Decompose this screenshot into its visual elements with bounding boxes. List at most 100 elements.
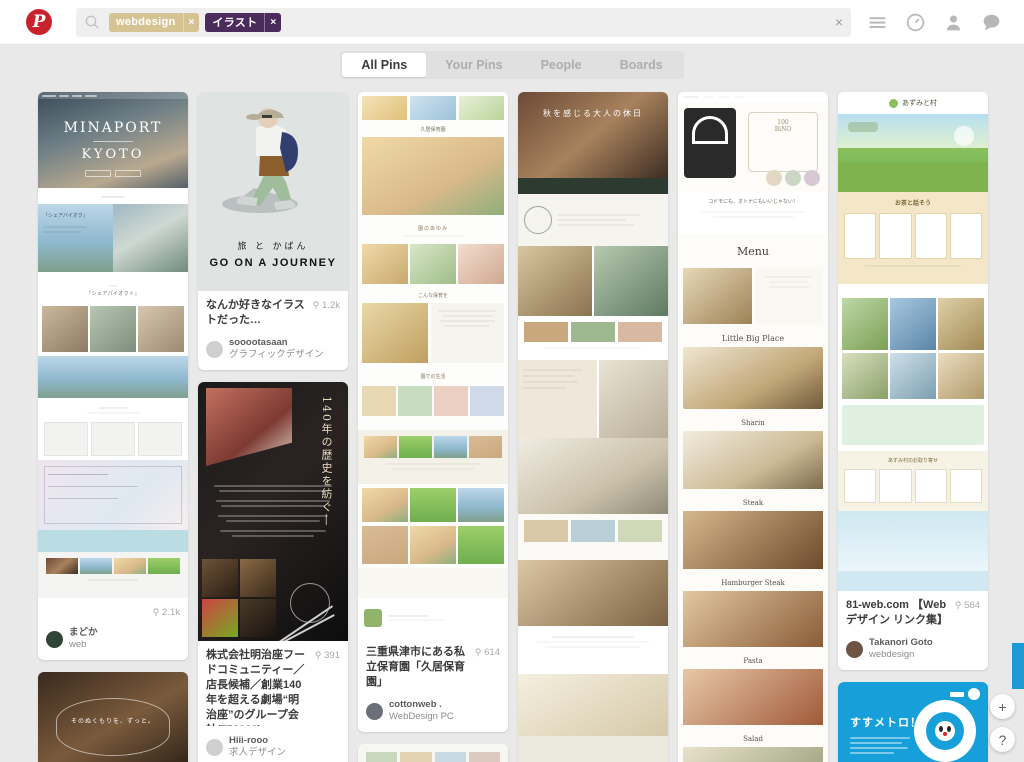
pin-card[interactable]: そのぬくもりを、ずっと。 Convenience Bar xyxy=(38,672,188,762)
pin-username: Hiii-rooo xyxy=(229,735,269,746)
remove-chip-icon[interactable]: × xyxy=(182,12,200,32)
avatar xyxy=(206,340,223,358)
pin-image[interactable]: MINAPORT KYOTO 『シェアパイオク』 『シェアパイオクト』 xyxy=(38,92,188,598)
pin-image[interactable]: すすメトロ！ xyxy=(838,682,988,762)
tab-your-pins[interactable]: Your Pins xyxy=(426,53,521,77)
pin-username: cottonweb . xyxy=(389,699,442,710)
search-icon xyxy=(85,15,99,29)
pin-grid: MINAPORT KYOTO 『シェアパイオク』 『シェアパイオクト』 ⚲ 2.… xyxy=(0,85,1024,762)
avatar xyxy=(366,702,383,720)
pin-username: sooootasaan xyxy=(229,337,288,348)
app-header: P webdesign × イラスト × × xyxy=(0,0,1024,45)
search-bar[interactable]: webdesign × イラスト × × xyxy=(76,7,851,37)
pin-meta: 三重県津市にある私立保育園「久居保育園」 ⚲ 614 cottonweb . W… xyxy=(358,638,508,732)
pin-card[interactable]: 140年の歴史を紡ぐ― 株式会社明治座フードコミュニティー／店長候補／創業140… xyxy=(198,382,348,762)
messages-icon[interactable] xyxy=(981,12,1002,33)
search-chip-illust[interactable]: イラスト × xyxy=(205,12,282,32)
pin-boardname: WebDesign PC xyxy=(389,711,454,722)
clear-search-icon[interactable]: × xyxy=(835,15,843,29)
tab-all-pins[interactable]: All Pins xyxy=(342,53,427,77)
art-subhead: お茶と話そう xyxy=(894,201,931,207)
art-headline: Menu xyxy=(737,244,769,258)
pin-image[interactable] xyxy=(358,744,508,762)
pin-boardname: グラフィックデザイン xyxy=(229,349,324,360)
pin-image[interactable]: そのぬくもりを、ずっと。 Convenience Bar xyxy=(38,672,188,762)
search-tabs: All Pins Your Pins People Boards xyxy=(0,45,1024,85)
pin-author[interactable]: cottonweb . WebDesign PC xyxy=(366,699,500,723)
traveller-illustration xyxy=(222,108,298,213)
pin-meta: なんか好きなイラストだった… ⚲ 1.2k sooootasaan グラフィック… xyxy=(198,291,348,370)
repin-value: 391 xyxy=(324,650,340,661)
pin-title: 株式会社明治座フードコミュニティー／店長候補／創業140年を超える劇場“明治座”… xyxy=(206,649,305,726)
pin-boardname: web xyxy=(69,639,87,650)
pin-image[interactable]: 100 BiNO コドモにも、オトナにもいいじゃない！ Menu Little … xyxy=(678,92,828,762)
repin-value: 2.1k xyxy=(162,607,180,618)
art-headline: 秋を感じる大人の休日 xyxy=(543,109,643,118)
search-chip-webdesign[interactable]: webdesign × xyxy=(109,12,200,32)
pin-columns: MINAPORT KYOTO 『シェアパイオク』 『シェアパイオクト』 ⚲ 2.… xyxy=(0,92,1024,762)
pin-column-6: あずみと村 お茶と話そう あずみ村のお取り寄せ 81-web.com 【Webデ… xyxy=(838,92,988,762)
pin-meta: 81-web.com 【Webデザイン リンク集】 ⚲ 564 Takanori… xyxy=(838,591,988,670)
pin-boardname: 求人デザイン xyxy=(229,747,287,758)
remove-chip-icon[interactable]: × xyxy=(264,12,281,32)
feedback-side-tab[interactable] xyxy=(1012,643,1024,689)
pin-card[interactable]: 旅 と かばん GO ON A JOURNEY なんか好きなイラストだった… ⚲… xyxy=(198,92,348,370)
logo-glyph: P xyxy=(32,12,46,32)
pin-column-1: MINAPORT KYOTO 『シェアパイオク』 『シェアパイオクト』 ⚲ 2.… xyxy=(38,92,188,762)
avatar xyxy=(46,630,63,648)
art-headline: 旅 と かばん xyxy=(237,241,309,251)
pin-column-2: 旅 と かばん GO ON A JOURNEY なんか好きなイラストだった… ⚲… xyxy=(198,92,348,762)
search-chip-label: イラスト xyxy=(212,17,258,29)
pin-column-4: 秋を感じる大人の休日 xyxy=(518,92,668,762)
repin-value: 1.2k xyxy=(322,300,340,311)
pin-card[interactable]: あずみと村 お茶と話そう あずみ村のお取り寄せ 81-web.com 【Webデ… xyxy=(838,92,988,670)
pin-repin-count: ⚲ 614 xyxy=(474,647,500,658)
repin-value: 564 xyxy=(964,600,980,611)
search-chip-label: webdesign xyxy=(116,16,176,28)
pin-author[interactable]: sooootasaan グラフィックデザイン xyxy=(206,337,340,361)
header-icon-group xyxy=(861,12,1012,33)
pin-author[interactable]: Takanori Goto webdesign xyxy=(846,637,980,661)
pin-title: なんか好きなイラストだった… xyxy=(206,299,305,326)
profile-icon[interactable] xyxy=(943,12,964,33)
repin-value: 614 xyxy=(484,647,500,658)
avatar xyxy=(846,640,863,658)
pin-card[interactable]: 100 BiNO コドモにも、オトナにもいいじゃない！ Menu Little … xyxy=(678,92,828,762)
art-caption: 『シェアパイオクト』 xyxy=(86,291,140,297)
tab-boards[interactable]: Boards xyxy=(601,53,682,77)
art-subhead: KYOTO xyxy=(81,147,145,162)
art-subhead: Little Big Place xyxy=(721,334,785,343)
pinterest-logo-icon[interactable]: P xyxy=(26,9,52,35)
pin-author[interactable]: Hiii-rooo 求人デザイン xyxy=(206,735,340,759)
pin-boardname: webdesign xyxy=(869,649,915,660)
pin-card[interactable]: MINAPORT KYOTO 『シェアパイオク』 『シェアパイオクト』 ⚲ 2.… xyxy=(38,92,188,660)
pin-username: まどか xyxy=(69,627,98,638)
pin-card[interactable]: 秋を感じる大人の休日 xyxy=(518,92,668,762)
pin-image[interactable]: 旅 と かばん GO ON A JOURNEY xyxy=(198,92,348,291)
pin-card[interactable] xyxy=(358,744,508,762)
tab-group: All Pins Your Pins People Boards xyxy=(340,51,684,79)
art-headline: あずみと村 xyxy=(902,99,937,107)
pin-title: 81-web.com 【Webデザイン リンク集】 xyxy=(846,599,949,626)
floating-action-buttons: + ? xyxy=(990,694,1015,752)
pin-card[interactable]: 久居保育園 園のあゆみ こんな保育を 園での生活 三重県津市にある私立保育園「久… xyxy=(358,92,508,732)
pin-author[interactable]: まどか web xyxy=(46,627,180,651)
pin-username: Takanori Goto xyxy=(869,637,933,648)
pin-repin-count: ⚲ 2.1k xyxy=(152,607,180,618)
pin-image[interactable]: 140年の歴史を紡ぐ― xyxy=(198,382,348,641)
pin-card[interactable]: すすメトロ！ xyxy=(838,682,988,762)
pin-title: 三重県津市にある私立保育園「久居保育園」 xyxy=(366,646,465,688)
pin-image[interactable]: 久居保育園 園のあゆみ こんな保育を 園での生活 xyxy=(358,92,508,638)
pin-image[interactable]: あずみと村 お茶と話そう あずみ村のお取り寄せ xyxy=(838,92,988,591)
pin-image[interactable]: 秋を感じる大人の休日 xyxy=(518,92,668,762)
add-pin-button[interactable]: + xyxy=(990,694,1015,719)
menu-icon[interactable] xyxy=(867,12,888,33)
help-button[interactable]: ? xyxy=(990,727,1015,752)
art-headline: すすメトロ！ xyxy=(850,717,922,729)
pin-repin-count: ⚲ 564 xyxy=(954,600,980,611)
pin-repin-count: ⚲ 1.2k xyxy=(312,300,340,311)
clock-icon[interactable] xyxy=(905,12,926,33)
tab-people[interactable]: People xyxy=(522,53,601,77)
pin-repin-count: ⚲ 391 xyxy=(314,650,340,661)
art-headline: MINAPORT xyxy=(63,120,163,136)
